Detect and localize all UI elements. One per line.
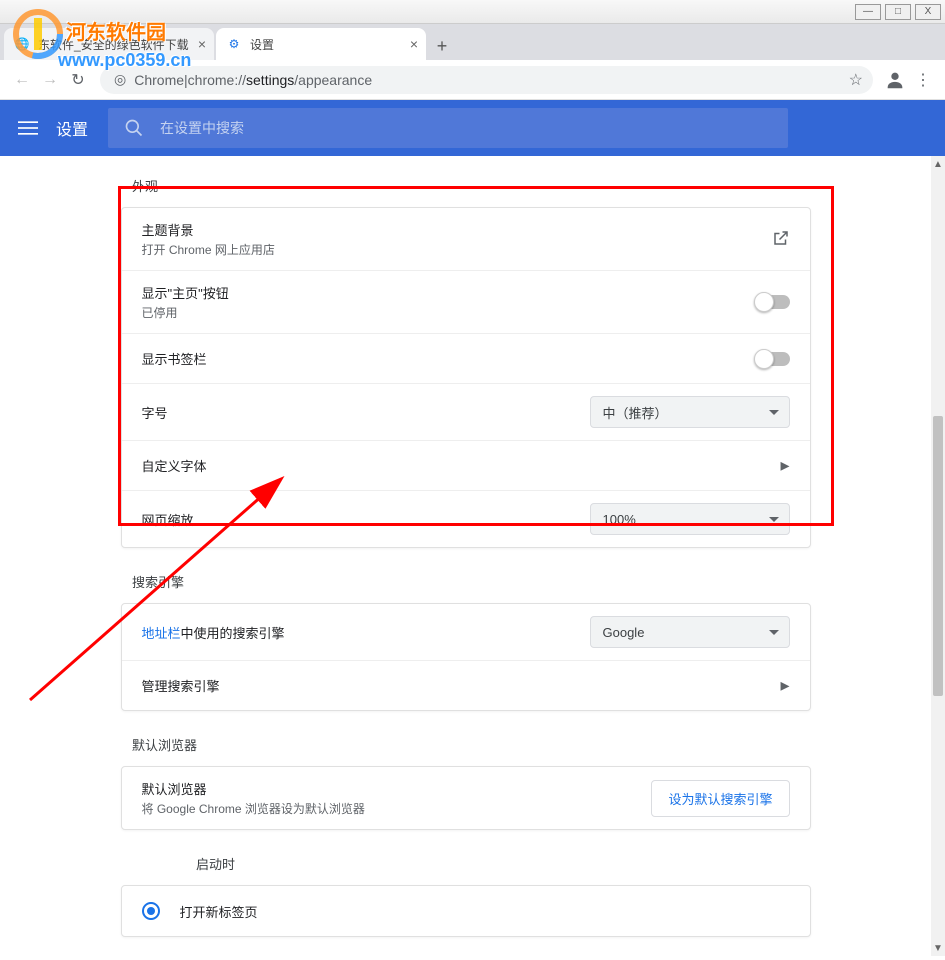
addressbar-link[interactable]: 地址栏 [142, 626, 181, 641]
settings-page-title: 设置 [56, 116, 88, 140]
reload-button[interactable]: ↻ [64, 66, 92, 94]
tab-1[interactable]: 🌐 东软件_安全的绿色软件下载 × [4, 28, 214, 60]
home-sub: 已停用 [142, 304, 756, 321]
search-engine-dropdown[interactable]: Google [590, 616, 790, 648]
url-prefix: chrome:// [188, 72, 246, 88]
zoom-label: 网页缩放 [142, 510, 590, 529]
back-button[interactable]: ← [8, 66, 36, 94]
settings-header: 设置 在设置中搜索 [0, 100, 945, 156]
search-engine-suffix: 中使用的搜索引擎 [181, 626, 285, 641]
chrome-icon: ◎ [114, 71, 126, 88]
section-title-appearance: 外观 [132, 176, 931, 195]
url-scheme: Chrome [134, 72, 184, 88]
appearance-card: 主题背景 打开 Chrome 网上应用店 显示"主页"按钮 已停用 显示书签栏 [121, 207, 811, 548]
bookmark-star-icon[interactable]: ☆ [849, 70, 863, 90]
search-engine-card: 地址栏中使用的搜索引擎 Google 管理搜索引擎 ▸ [121, 603, 811, 711]
startup-card: 打开新标签页 [121, 885, 811, 937]
default-browser-card: 默认浏览器 将 Google Chrome 浏览器设为默认浏览器 设为默认搜索引… [121, 766, 811, 830]
default-browser-sub: 将 Google Chrome 浏览器设为默认浏览器 [142, 800, 652, 817]
startup-opt1-label: 打开新标签页 [180, 902, 258, 921]
home-toggle[interactable] [756, 295, 790, 309]
section-title-search: 搜索引擎 [132, 572, 931, 591]
home-label: 显示"主页"按钮 [142, 283, 756, 302]
url-path-rest: /appearance [294, 72, 372, 88]
home-button-row[interactable]: 显示"主页"按钮 已停用 [122, 270, 810, 333]
theme-label: 主题背景 [142, 220, 772, 239]
chevron-right-icon: ▸ [780, 675, 789, 696]
close-window-button[interactable]: X [915, 4, 941, 20]
theme-row[interactable]: 主题背景 打开 Chrome 网上应用店 [122, 208, 810, 270]
url-path-bold: settings [246, 72, 294, 88]
hamburger-icon[interactable] [16, 116, 40, 140]
close-tab-icon[interactable]: × [410, 36, 418, 52]
new-tab-button[interactable]: + [428, 32, 456, 60]
maximize-button[interactable]: □ [885, 4, 911, 20]
bookmarks-bar-row[interactable]: 显示书签栏 [122, 333, 810, 383]
default-browser-row: 默认浏览器 将 Google Chrome 浏览器设为默认浏览器 设为默认搜索引… [122, 767, 810, 829]
search-engine-row: 地址栏中使用的搜索引擎 Google [122, 604, 810, 660]
bookmarks-toggle[interactable] [756, 352, 790, 366]
content-area: 外观 主题背景 打开 Chrome 网上应用店 显示"主页"按钮 已停用 显 [0, 156, 931, 956]
chevron-right-icon: ▸ [780, 455, 789, 476]
address-bar: ← → ↻ ◎ Chrome | chrome:// settings /app… [0, 60, 945, 100]
bookmarks-label: 显示书签栏 [142, 349, 756, 368]
forward-button[interactable]: → [36, 66, 64, 94]
close-tab-icon[interactable]: × [198, 36, 206, 52]
tab-2-active[interactable]: ⚙ 设置 × [216, 28, 426, 60]
search-placeholder: 在设置中搜索 [160, 118, 244, 138]
scroll-up-icon[interactable]: ▲ [931, 156, 945, 172]
page-zoom-row: 网页缩放 100% [122, 490, 810, 547]
section-title-startup: 启动时 [196, 854, 931, 873]
section-title-default-browser: 默认浏览器 [132, 735, 931, 754]
search-icon [124, 118, 144, 138]
manage-search-label: 管理搜索引擎 [142, 676, 781, 695]
user-avatar-icon[interactable] [881, 66, 909, 94]
gear-icon: ⚙ [226, 36, 242, 52]
favicon-icon: 🌐 [14, 36, 30, 52]
font-size-row: 字号 中（推荐） [122, 383, 810, 440]
fontsize-dropdown[interactable]: 中（推荐） [590, 396, 790, 428]
customfont-label: 自定义字体 [142, 456, 781, 475]
custom-fonts-row[interactable]: 自定义字体 ▸ [122, 440, 810, 490]
omnibox[interactable]: ◎ Chrome | chrome:// settings /appearanc… [100, 66, 873, 94]
default-browser-label: 默认浏览器 [142, 779, 652, 798]
vertical-scrollbar[interactable]: ▲ ▼ [931, 156, 945, 956]
scroll-down-icon[interactable]: ▼ [931, 940, 945, 956]
startup-newtab-row[interactable]: 打开新标签页 [122, 886, 810, 936]
zoom-dropdown[interactable]: 100% [590, 503, 790, 535]
tab-2-title: 设置 [250, 36, 274, 53]
tab-strip: 🌐 东软件_安全的绿色软件下载 × ⚙ 设置 × + [0, 24, 945, 60]
fontsize-label: 字号 [142, 403, 590, 422]
tab-1-title: 东软件_安全的绿色软件下载 [38, 36, 189, 53]
scrollbar-thumb[interactable] [933, 416, 943, 696]
radio-selected-icon[interactable] [142, 902, 160, 920]
window-titlebar: — □ X [0, 0, 945, 24]
settings-search-input[interactable]: 在设置中搜索 [108, 108, 788, 148]
kebab-menu-icon[interactable]: ⋮ [909, 66, 937, 94]
external-link-icon [772, 229, 790, 250]
set-default-button[interactable]: 设为默认搜索引擎 [651, 780, 789, 817]
minimize-button[interactable]: — [855, 4, 881, 20]
manage-search-engines-row[interactable]: 管理搜索引擎 ▸ [122, 660, 810, 710]
theme-sub: 打开 Chrome 网上应用店 [142, 241, 772, 258]
